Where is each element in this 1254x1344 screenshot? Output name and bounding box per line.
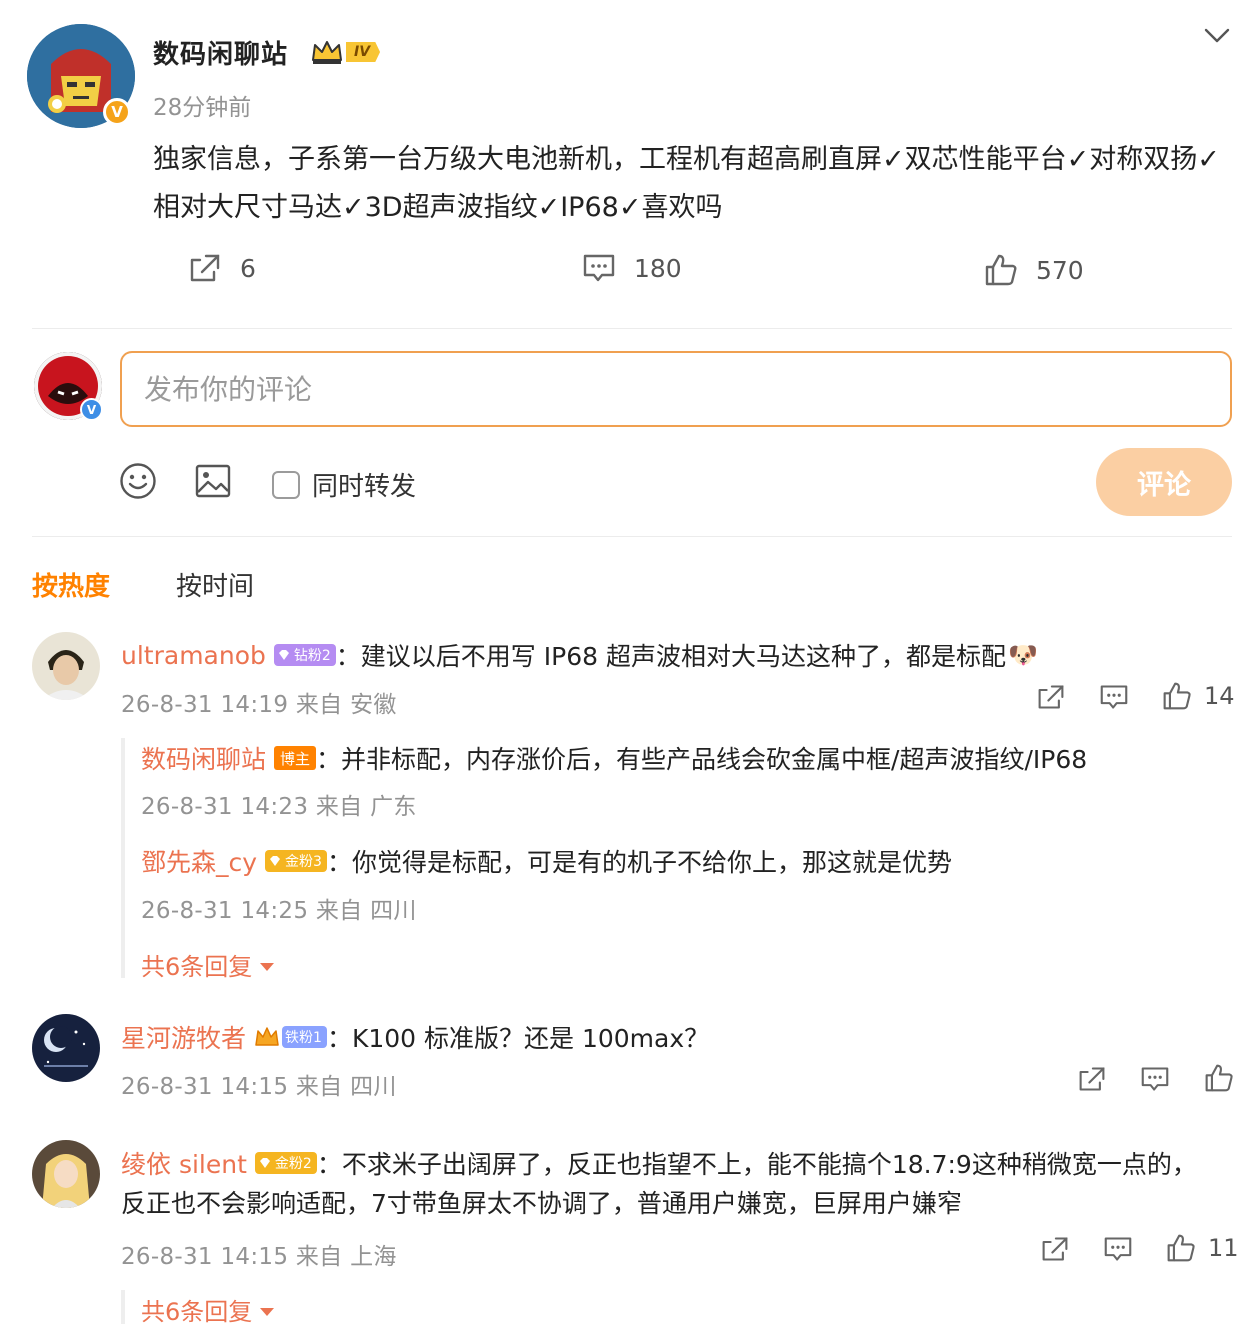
- like-icon: [1167, 1234, 1195, 1262]
- comment-meta: 26-8-31 14:15 来自 四川: [121, 1074, 397, 1100]
- repost-checkbox-label: 同时转发: [312, 472, 417, 502]
- view-more-replies[interactable]: 共6条回复: [141, 947, 275, 982]
- crown-icon: [312, 41, 342, 64]
- comment-text: ：建议以后不用写 IP68 超声波相对大马达这种了，都是标配: [335, 642, 1006, 671]
- doge-emoji: 🐶: [1007, 641, 1038, 669]
- reply-line: 鄧先森_cy 金粉3 ：你觉得是标配，可是有的机子不给你上，那这就是优势: [141, 843, 952, 879]
- comment-count: 180: [634, 253, 682, 283]
- commenter-avatar[interactable]: [32, 1014, 100, 1082]
- repost-button[interactable]: [1040, 1235, 1070, 1263]
- fan-badge[interactable]: 金粉2: [254, 1152, 317, 1174]
- verified-badge: V: [80, 398, 103, 421]
- like-button[interactable]: 570: [984, 253, 1084, 287]
- comment-line: 星河游牧者 铁粉1 ：K100 标准版？还是 100max？: [121, 1019, 709, 1055]
- repost-icon: [1042, 1237, 1068, 1261]
- comment-input[interactable]: [120, 351, 1232, 427]
- reply-text: ：你觉得是标配，可是有的机子不给你上，那这就是优势: [326, 848, 952, 877]
- view-more-replies[interactable]: 共6条回复: [141, 1292, 275, 1327]
- submit-comment-button[interactable]: 评论: [1096, 448, 1232, 516]
- repost-checkbox[interactable]: 同时转发: [272, 466, 416, 503]
- member-level-badge[interactable]: IV: [310, 38, 381, 66]
- commenter-name[interactable]: 星河游牧者: [121, 1019, 246, 1055]
- like-count: 570: [1036, 255, 1084, 285]
- like-button[interactable]: 14: [1162, 681, 1235, 711]
- fan-badge-text: 铁粉1: [285, 1030, 322, 1046]
- reply-button[interactable]: [1103, 1235, 1133, 1263]
- repost-button[interactable]: [1077, 1065, 1107, 1093]
- repost-count: 6: [240, 253, 256, 283]
- repost-icon: [190, 254, 220, 282]
- host-badge: 博主: [274, 746, 317, 770]
- like-icon: [1163, 682, 1191, 710]
- fan-badge-text: 钻粉2: [293, 648, 331, 664]
- fan-badge-text: 金粉2: [274, 1156, 312, 1172]
- fan-badge[interactable]: 铁粉1: [282, 1026, 327, 1048]
- commenter-name[interactable]: 绫依 silent: [121, 1145, 247, 1181]
- view-more-replies-label: 共6条回复: [141, 953, 253, 981]
- reply-meta: 26-8-31 14:25 来自 四川: [141, 898, 417, 924]
- reply-line: 数码闲聊站 博主 ：并非标配，内存涨价后，有些产品线会砍金属中框/超声波指纹/I…: [141, 740, 1087, 776]
- divider: [32, 328, 1232, 329]
- verified-badge: V: [103, 98, 131, 126]
- post-time: 28分钟前: [153, 95, 252, 121]
- reply-meta: 26-8-31 14:23 来自 广东: [141, 794, 417, 820]
- reply-thread-bar: [121, 738, 125, 978]
- fan-badge[interactable]: 钻粉2: [273, 644, 336, 666]
- level-text: IV: [346, 42, 381, 62]
- comment-line: ultramanob 钻粉2 ：建议以后不用写 IP68 超声波相对大马达这种了…: [121, 637, 1038, 673]
- reply-text: ：并非标配，内存涨价后，有些产品线会砍金属中框/超声波指纹/IP68: [316, 745, 1088, 774]
- comment-icon: [1100, 685, 1128, 709]
- fan-badge[interactable]: 金粉3: [265, 850, 327, 872]
- commenter-avatar[interactable]: [32, 632, 100, 700]
- repost-icon: [1079, 1067, 1105, 1091]
- gem-icon: [270, 856, 281, 866]
- like-count: 11: [1208, 1234, 1239, 1262]
- emoji-button[interactable]: [119, 462, 157, 504]
- image-button[interactable]: [194, 462, 232, 504]
- reply-author-name[interactable]: 数码闲聊站: [141, 740, 266, 776]
- caret-down-icon: [260, 962, 275, 971]
- comment-meta: 26-8-31 14:19 来自 安徽: [121, 692, 397, 718]
- fan-badge-text: 金粉3: [285, 854, 322, 870]
- comment-text: ：不求米子出阔屏了，反正也指望不上，能不能搞个18.7:9这种稍微宽一点的，: [316, 1150, 1197, 1179]
- post-author-name[interactable]: 数码闲聊站: [153, 34, 288, 71]
- image-icon: [195, 464, 231, 498]
- like-button[interactable]: 11: [1166, 1233, 1239, 1263]
- repost-icon: [1038, 685, 1064, 709]
- post-text: 独家信息，子系第一台万级大电池新机，工程机有超高刷直屏✓双芯性能平台✓对称双扬✓…: [153, 144, 1220, 223]
- comment-text: ：K100 标准版？还是 100max？: [326, 1024, 710, 1053]
- reply-button[interactable]: [1140, 1065, 1170, 1093]
- view-more-replies-label: 共6条回复: [141, 1298, 253, 1326]
- checkbox-box[interactable]: [272, 470, 300, 499]
- commenter-name[interactable]: ultramanob: [121, 641, 266, 670]
- emoji-icon: [120, 463, 156, 499]
- comment-button[interactable]: 180: [582, 252, 682, 284]
- tab-sort-time[interactable]: 按时间: [176, 566, 254, 603]
- gem-icon: [259, 1158, 270, 1168]
- comment-meta: 26-8-31 14:15 来自 上海: [121, 1244, 397, 1270]
- caret-down-icon: [260, 1307, 275, 1316]
- like-icon: [1205, 1064, 1233, 1092]
- comment-icon: [1141, 1067, 1169, 1091]
- reply-author-name[interactable]: 鄧先森_cy: [141, 843, 257, 879]
- divider: [32, 536, 1232, 537]
- comment-icon: [1104, 1237, 1132, 1261]
- like-icon: [985, 254, 1017, 286]
- repost-button[interactable]: [1036, 683, 1066, 711]
- diamond-icon: [278, 650, 289, 660]
- reply-thread-bar: [121, 1290, 125, 1324]
- commenter-avatar[interactable]: [32, 1140, 100, 1208]
- tab-sort-hot[interactable]: 按热度: [32, 566, 110, 603]
- reply-button[interactable]: [1099, 683, 1129, 711]
- crown-icon: [255, 1027, 279, 1046]
- like-count: 14: [1204, 682, 1235, 710]
- repost-button[interactable]: 6: [188, 252, 256, 284]
- chevron-down-icon[interactable]: [1202, 24, 1232, 48]
- comment-line: 绫依 silent 金粉2 ：不求米子出阔屏了，反正也指望不上，能不能搞个18.…: [121, 1145, 1197, 1181]
- comment-text-continued: 反正也不会影响适配，7寸带鱼屏太不协调了，普通用户嫌宽，巨屏用户嫌窄: [121, 1189, 962, 1218]
- like-button[interactable]: [1204, 1063, 1234, 1093]
- comment-icon: [583, 254, 615, 282]
